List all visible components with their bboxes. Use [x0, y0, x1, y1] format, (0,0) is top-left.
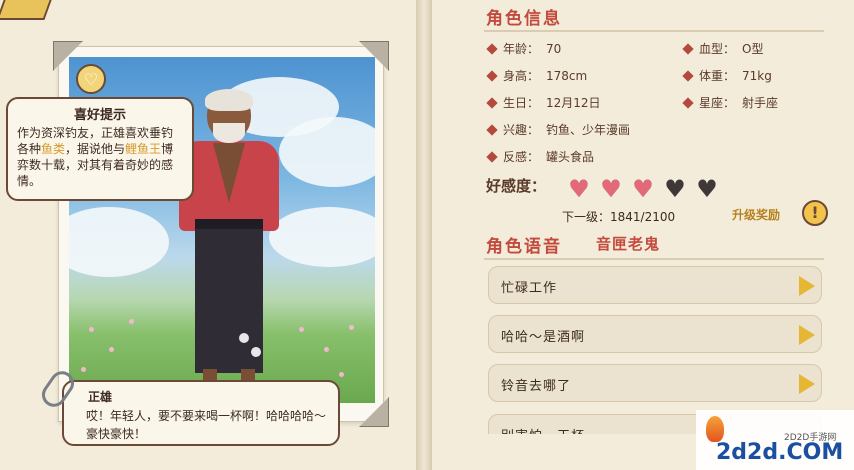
character-name: 正雄: [88, 390, 113, 404]
flame-logo-icon: [706, 416, 724, 442]
voice-item-3[interactable]: 铃音去哪了: [488, 364, 822, 402]
heart-empty-icon: ♥: [664, 175, 686, 203]
play-icon[interactable]: [799, 325, 815, 345]
character-quote-bubble: 正雄 哎！年轻人，要不要来喝一杯啊！哈哈哈哈～豪快豪快！: [62, 380, 340, 446]
diamond-icon: [682, 96, 694, 109]
heart-filled-icon: ♥: [600, 175, 622, 203]
diamond-icon: [682, 42, 694, 55]
heart-filled-icon: ♥: [632, 175, 654, 203]
info-row-height: 身高： 178cm: [486, 67, 587, 84]
affection-label: 好感度：: [486, 177, 547, 195]
upgrade-reward-link[interactable]: 升级奖励: [732, 206, 780, 223]
exclamation-icon[interactable]: !: [802, 200, 828, 226]
info-section-title: 角色信息: [486, 9, 562, 29]
info-divider: [484, 30, 824, 32]
info-row-zodiac: 星座： 射手座: [682, 94, 778, 111]
site-watermark: 2D2D手游网 2d2d.COM: [696, 410, 854, 470]
page-corner-tag: [0, 0, 52, 20]
voice-actor: 音匣老鬼: [596, 235, 661, 253]
voice-item-1[interactable]: 忙碌工作: [488, 266, 822, 304]
hint-highlight-fish: 鱼类: [41, 142, 66, 156]
heart-empty-icon: ♥: [696, 175, 718, 203]
quote-text: 哎！年轻人，要不要来喝一杯啊！哈哈哈哈～豪快豪快！: [86, 409, 327, 441]
diamond-icon: [486, 150, 498, 163]
diamond-icon: [486, 42, 498, 55]
voice-divider: [484, 258, 824, 260]
diamond-icon: [486, 69, 498, 82]
play-icon[interactable]: [799, 374, 815, 394]
info-row-blood-type: 血型： O型: [682, 40, 763, 57]
hint-title: 喜好提示: [73, 108, 126, 123]
voice-item-2[interactable]: 哈哈～是酒啊: [488, 315, 822, 353]
hobby-hint-bubble: 喜好提示 作为资深钓友，正雄喜欢垂钓各种鱼类，据说他与鲤鱼王博弈数十载，对其有着…: [6, 97, 194, 201]
diamond-icon: [486, 96, 498, 109]
watermark-domain: 2d2d.COM: [716, 440, 844, 465]
voice-section-title: 角色语音: [486, 237, 562, 257]
heart-filled-icon: ♥: [568, 175, 590, 203]
info-row-dislike: 反感： 罐头食品: [486, 148, 594, 165]
hint-highlight-magikarp: 鲤鱼王: [125, 142, 162, 156]
info-row-weight: 体重： 71kg: [682, 67, 772, 84]
diamond-icon: [486, 123, 498, 136]
info-row-birthday: 生日： 12月12日: [486, 94, 601, 111]
hint-text: 作为资深钓友，正雄喜欢垂钓各种鱼类，据说他与鲤鱼王博弈数十载，对其有着奇妙的感情…: [17, 126, 174, 188]
diamond-icon: [682, 69, 694, 82]
info-row-hobby: 兴趣： 钓鱼、少年漫画: [486, 121, 630, 138]
play-icon[interactable]: [799, 276, 815, 296]
info-row-age: 年龄： 70: [486, 40, 561, 57]
next-level-progress: 下一级：1841/2100: [562, 210, 676, 224]
heart-icon[interactable]: ♡: [76, 64, 106, 94]
